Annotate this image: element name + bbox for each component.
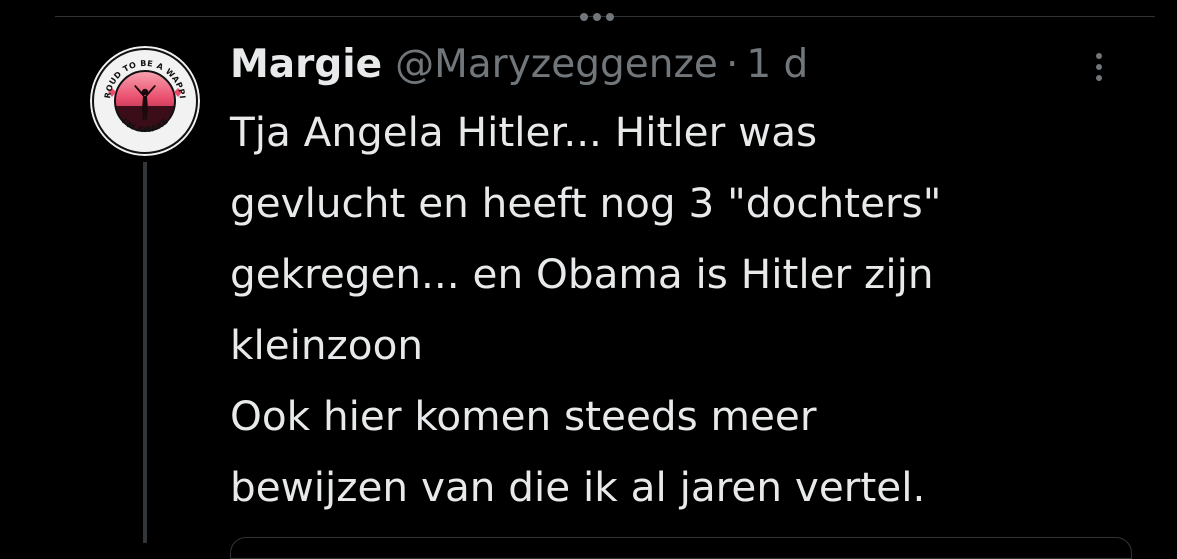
tweet-header: Margie @Maryzeggenze · 1 d <box>230 36 808 92</box>
quoted-card-edge[interactable] <box>230 537 1132 559</box>
ellipsis-icon[interactable] <box>580 13 614 23</box>
handle[interactable]: @Maryzeggenze <box>395 42 718 87</box>
tweet-text-line: gekregen... en Obama is Hitler zijn <box>230 250 934 298</box>
tweet-text-line: Ook hier komen steeds meer <box>230 392 817 440</box>
timestamp[interactable]: 1 d <box>746 42 808 87</box>
tweet-text-line: bewijzen van die ik al jaren vertel. <box>230 463 926 511</box>
separator: · <box>725 41 739 87</box>
tweet-text-line: Tja Angela Hitler... Hitler was <box>230 108 818 156</box>
tweet-text-line: gevlucht en heeft nog 3 "dochters" <box>230 179 942 227</box>
more-options-icon[interactable] <box>1082 42 1116 92</box>
tweet-text: Tja Angela Hitler... Hitler was gevlucht… <box>230 97 1130 523</box>
display-name[interactable]: Margie <box>230 42 382 87</box>
thread-line <box>143 162 147 543</box>
tweet-text-line: kleinzoon <box>230 321 424 369</box>
avatar[interactable]: PROUD TO BE A WAPPIE I'M AWAKE <box>90 46 200 156</box>
